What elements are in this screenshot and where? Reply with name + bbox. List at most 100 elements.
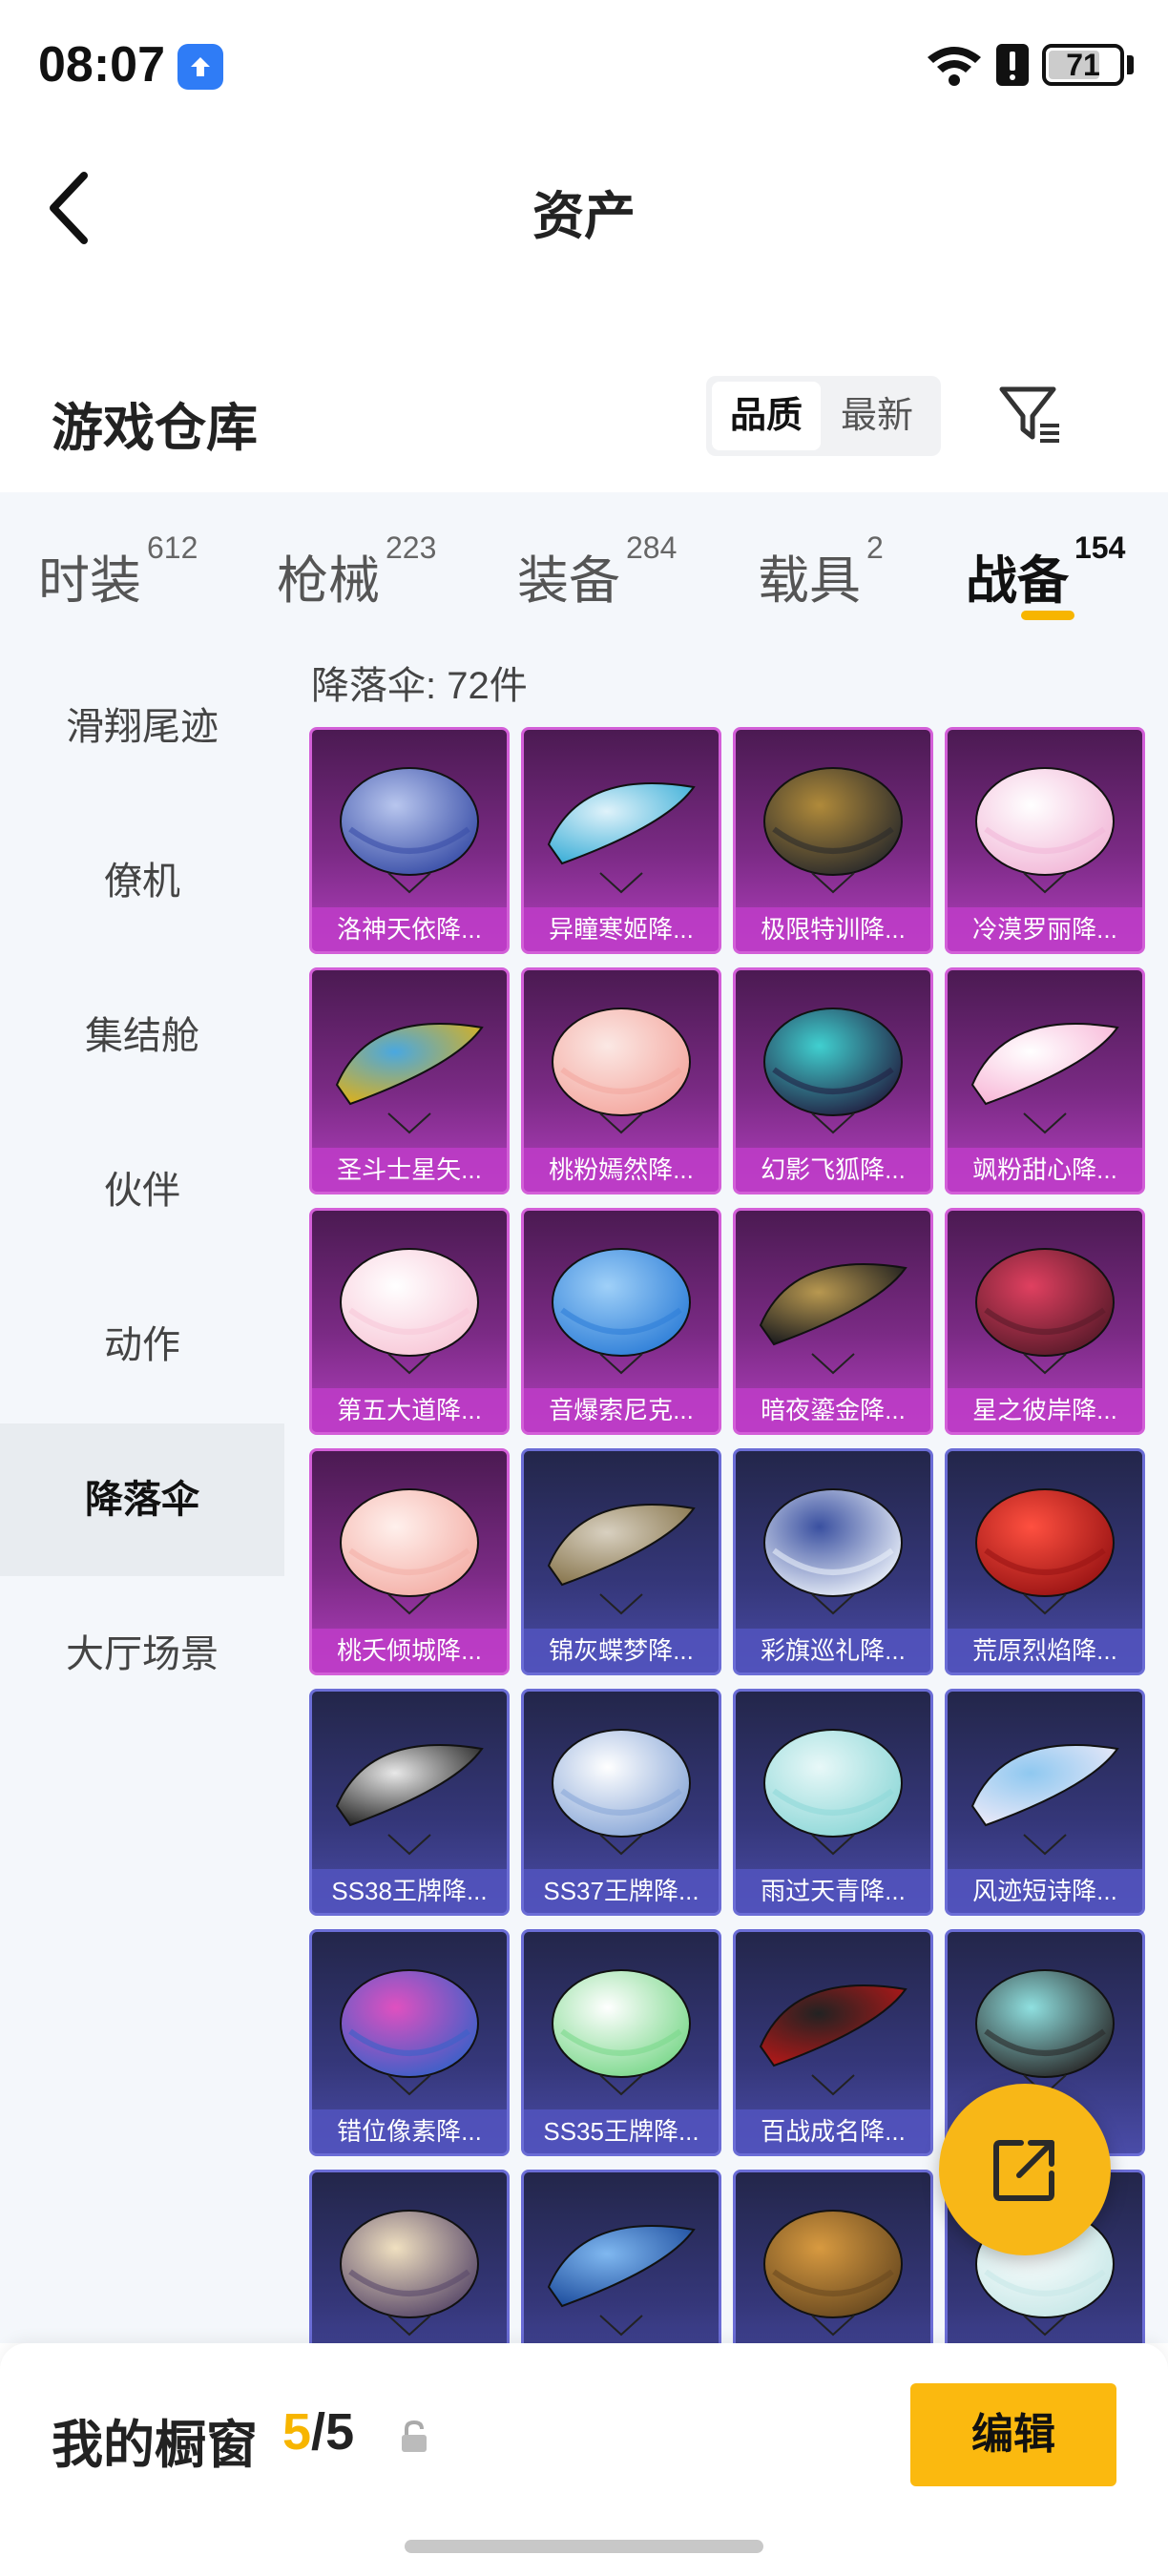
sort-quality-option[interactable]: 品质 [712, 382, 821, 450]
parachute-name: 第五大道降... [312, 1388, 507, 1432]
parachute-name: 飒粉甜心降... [948, 1148, 1142, 1192]
battery-icon: 71 [1042, 44, 1124, 86]
parachute-image [763, 767, 903, 894]
sort-newest-option[interactable]: 最新 [823, 382, 931, 450]
parachute-image [552, 1008, 691, 1134]
sidebar-item-wingman[interactable]: 僚机 [0, 805, 284, 958]
parachute-card[interactable]: 桃夭倾城降... [309, 1448, 510, 1675]
parachute-card[interactable]: 风迹短诗降... [945, 1689, 1145, 1916]
parachute-card[interactable]: 极限特训降... [733, 727, 933, 954]
sort-toggle: 品质 最新 [706, 376, 941, 456]
parachute-image [763, 1488, 903, 1615]
tab-label: 时装 [38, 552, 141, 610]
parachute-card[interactable] [309, 2170, 510, 2343]
parachute-image [547, 782, 696, 894]
parachute-card[interactable] [521, 2170, 721, 2343]
parachute-card[interactable]: SS35王牌降... [521, 1929, 721, 2156]
parachute-card[interactable]: 圣斗士星矢... [309, 967, 510, 1195]
parachute-card[interactable]: 冷漠罗丽降... [945, 727, 1145, 954]
sim-alert-icon [996, 44, 1029, 86]
tab-count: 2 [866, 530, 884, 565]
tab-label: 装备 [517, 552, 620, 610]
showcase-separator: / [311, 2403, 326, 2461]
parachute-image [975, 1969, 1115, 2096]
tab-equipment[interactable]: 装备284 [517, 530, 677, 613]
parachute-card[interactable]: 彩旗巡礼降... [733, 1448, 933, 1675]
lock-icon [402, 2420, 427, 2452]
status-bar: 08:07 71 [0, 0, 1168, 134]
tab-fashion[interactable]: 时装612 [38, 530, 198, 613]
parachute-card[interactable]: 暗夜鎏金降... [733, 1208, 933, 1435]
parachute-card[interactable]: SS38王牌降... [309, 1689, 510, 1916]
tab-firearms[interactable]: 枪械223 [277, 530, 436, 613]
tab-label: 枪械 [277, 552, 380, 610]
parachute-name: 风迹短诗降... [948, 1869, 1142, 1913]
edit-button[interactable]: 编辑 [910, 2383, 1116, 2486]
parachute-name: 星之彼岸降... [948, 1388, 1142, 1432]
parachute-card[interactable]: 音爆索尼克... [521, 1208, 721, 1435]
sidebar: 滑翔尾迹 僚机 集结舱 伙伴 动作 降落伞 大厅场景 [0, 645, 284, 2343]
parachute-card[interactable]: 桃粉嫣然降... [521, 967, 721, 1195]
parachute-image [759, 1263, 907, 1375]
parachute-card[interactable]: 错位像素降... [309, 1929, 510, 2156]
tab-count: 284 [626, 530, 678, 565]
parachute-image [552, 1969, 691, 2096]
showcase-label: 我的橱窗 [52, 2417, 258, 2474]
share-button[interactable] [939, 2084, 1111, 2255]
parachute-image [340, 2210, 479, 2337]
parachute-card[interactable]: 荒原烈焰降... [945, 1448, 1145, 1675]
parachute-image [547, 2225, 696, 2337]
sidebar-item-glide-trail[interactable]: 滑翔尾迹 [0, 651, 284, 803]
showcase-total: 5 [325, 2403, 355, 2461]
filter-funnel-icon[interactable] [998, 384, 1065, 445]
parachute-name: 彩旗巡礼降... [736, 1629, 930, 1672]
showcase-current: 5 [282, 2403, 312, 2461]
active-tab-indicator [1021, 611, 1074, 620]
sidebar-item-parachute[interactable]: 降落伞 [0, 1423, 284, 1576]
sidebar-item-lobby-scene[interactable]: 大厅场景 [0, 1578, 284, 1731]
home-indicator[interactable] [405, 2540, 763, 2553]
tab-count: 223 [386, 530, 437, 565]
parachute-name: 异瞳寒姬降... [524, 907, 719, 951]
parachute-image [335, 1744, 484, 1856]
parachute-card[interactable]: 幻影飞狐降... [733, 967, 933, 1195]
parachute-card[interactable]: SS37王牌降... [521, 1689, 721, 1916]
parachute-image [970, 1744, 1119, 1856]
parachute-image [763, 1008, 903, 1134]
wifi-icon [928, 47, 981, 86]
parachute-card[interactable]: 洛神天依降... [309, 727, 510, 954]
parachute-card[interactable]: 百战成名降... [733, 1929, 933, 2156]
sidebar-item-partner[interactable]: 伙伴 [0, 1114, 284, 1267]
warehouse-title: 游戏仓库 [52, 400, 258, 457]
parachute-card[interactable] [733, 2170, 933, 2343]
parachute-name: 幻影飞狐降... [736, 1148, 930, 1192]
parachute-name: 锦灰蝶梦降... [524, 1629, 719, 1672]
battery-tip [1127, 55, 1134, 74]
tab-label: 战备 [966, 552, 1069, 610]
parachute-name: 音爆索尼克... [524, 1388, 719, 1432]
status-time: 08:07 [38, 37, 165, 93]
parachute-image [759, 1984, 907, 2096]
tab-vehicles[interactable]: 载具2 [758, 530, 884, 613]
app-notification-icon [177, 44, 223, 90]
showcase-count: 5/5 [282, 2402, 354, 2462]
parachute-card[interactable]: 第五大道降... [309, 1208, 510, 1435]
parachute-card[interactable]: 雨过天青降... [733, 1689, 933, 1916]
parachute-image [340, 1248, 479, 1375]
parachute-card[interactable]: 锦灰蝶梦降... [521, 1448, 721, 1675]
parachute-card[interactable]: 星之彼岸降... [945, 1208, 1145, 1435]
parachute-image [975, 767, 1115, 894]
parachute-name: 桃夭倾城降... [312, 1629, 507, 1672]
parachute-name: 错位像素降... [312, 2109, 507, 2153]
tab-count: 612 [147, 530, 198, 565]
parachute-image [340, 1969, 479, 2096]
sidebar-item-pod[interactable]: 集结舱 [0, 960, 284, 1112]
sidebar-item-emote[interactable]: 动作 [0, 1269, 284, 1422]
parachute-card[interactable]: 飒粉甜心降... [945, 967, 1145, 1195]
parachute-image [552, 1248, 691, 1375]
parachute-name: 极限特训降... [736, 907, 930, 951]
parachute-name: SS37王牌降... [524, 1869, 719, 1913]
tab-combat-prep[interactable]: 战备154 [966, 530, 1125, 613]
parachute-card[interactable]: 异瞳寒姬降... [521, 727, 721, 954]
parachute-name: 圣斗士星矢... [312, 1148, 507, 1192]
